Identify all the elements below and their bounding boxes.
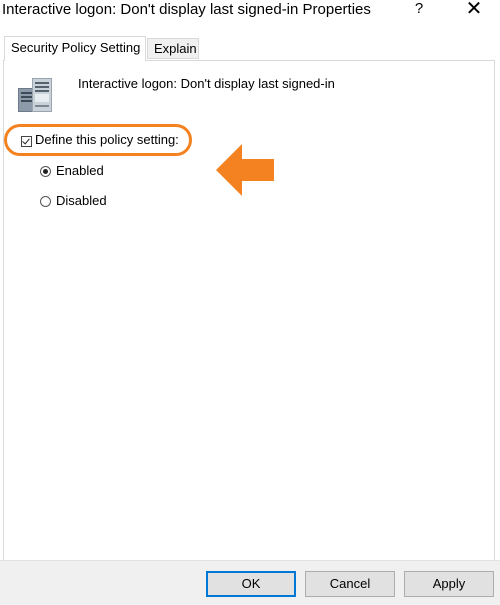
title-bar: Interactive logon: Don't display last si…	[0, 0, 500, 32]
define-setting-highlight: Define this policy setting:	[4, 124, 192, 156]
policy-name: Interactive logon: Don't display last si…	[78, 76, 335, 91]
define-setting-checkbox[interactable]	[21, 136, 32, 147]
server-icon	[18, 78, 52, 112]
disabled-radio[interactable]	[40, 196, 51, 207]
enabled-radio[interactable]	[40, 166, 51, 177]
arrow-left-icon	[216, 144, 274, 196]
help-button[interactable]: ?	[408, 0, 430, 22]
close-button[interactable]: ✕	[462, 0, 486, 22]
tab-explain[interactable]: Explain	[147, 38, 199, 59]
enabled-label[interactable]: Enabled	[56, 162, 104, 180]
apply-button[interactable]: Apply	[404, 571, 494, 597]
ok-button[interactable]: OK	[206, 571, 296, 597]
disabled-label[interactable]: Disabled	[56, 192, 107, 210]
cancel-button[interactable]: Cancel	[305, 571, 395, 597]
define-setting-label[interactable]: Define this policy setting:	[35, 132, 179, 148]
tab-strip: Security Policy Setting Explain	[0, 36, 500, 61]
tab-security-policy-setting[interactable]: Security Policy Setting	[4, 36, 146, 61]
window-title: Interactive logon: Don't display last si…	[2, 1, 371, 18]
